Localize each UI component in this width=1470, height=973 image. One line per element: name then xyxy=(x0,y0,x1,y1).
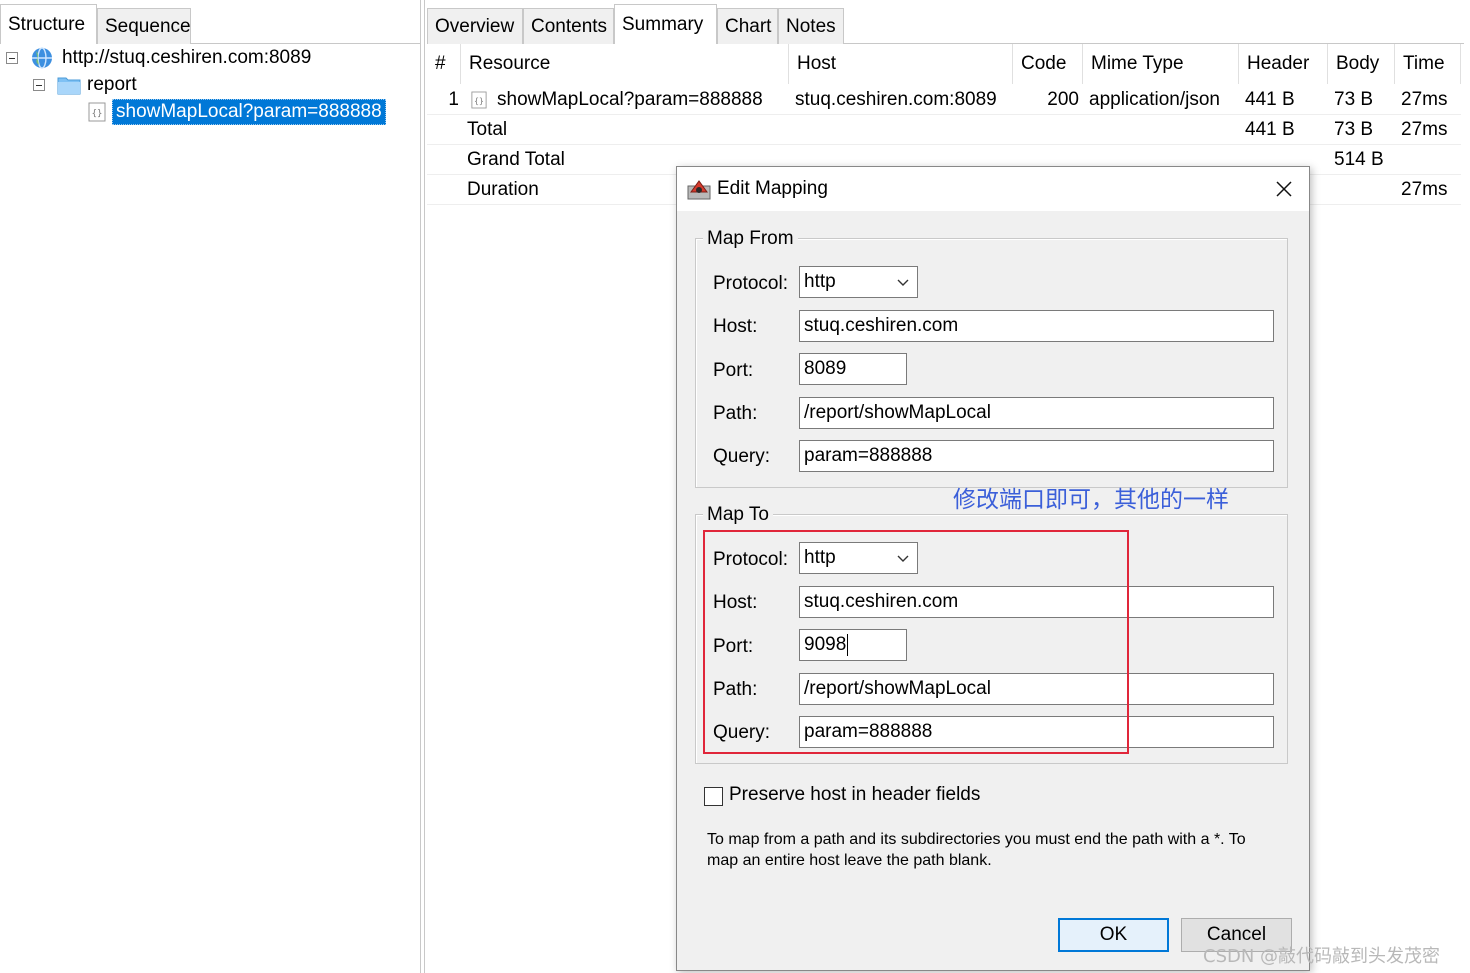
highlight-box xyxy=(703,530,1129,754)
json-file-icon: {} xyxy=(88,102,106,122)
folder-icon xyxy=(57,77,81,95)
mime-cell: application/json xyxy=(1089,89,1220,110)
from-host-input[interactable]: stuq.ceshiren.com xyxy=(799,310,1274,342)
tab-structure[interactable]: Structure xyxy=(0,4,97,44)
column-header-mime-type[interactable]: Mime Type xyxy=(1083,44,1239,84)
from-protocol-select[interactable]: http xyxy=(799,266,918,298)
collapse-icon[interactable] xyxy=(6,52,18,64)
column-header-host[interactable]: Host xyxy=(789,44,1013,84)
help-text-line-2: map an entire host leave the path blank. xyxy=(707,852,992,869)
table-row[interactable]: 1 {} showMapLocal?param=888888 stuq.cesh… xyxy=(427,85,1461,115)
from-port-input[interactable]: 8089 xyxy=(799,353,907,385)
column-header-body[interactable]: Body xyxy=(1328,44,1395,84)
path-label: Path: xyxy=(713,403,758,424)
map-to-title: Map To xyxy=(703,504,773,526)
column-header-code[interactable]: Code xyxy=(1013,44,1083,84)
folder-label: report xyxy=(87,74,137,95)
collapse-icon[interactable] xyxy=(33,79,45,91)
from-path-input[interactable]: /report/showMapLocal xyxy=(799,397,1274,429)
duration-time-cell: 27ms xyxy=(1401,179,1448,200)
time-cell: 27ms xyxy=(1401,89,1448,110)
grand-total-body-cell: 514 B xyxy=(1334,149,1384,170)
help-text-line-1: To map from a path and its subdirectorie… xyxy=(707,831,1246,848)
close-icon[interactable] xyxy=(1275,180,1293,198)
row-number: 1 xyxy=(448,89,459,110)
tab-summary[interactable]: Summary xyxy=(614,4,717,44)
column-header-header[interactable]: Header xyxy=(1239,44,1328,84)
preserve-host-label: Preserve host in header fields xyxy=(729,784,981,805)
tab-notes[interactable]: Notes xyxy=(778,8,844,44)
column-header-resource[interactable]: Resource xyxy=(461,44,789,84)
total-header-cell: 441 B xyxy=(1245,119,1295,140)
duration-label: Duration xyxy=(467,179,539,200)
total-body-cell: 73 B xyxy=(1334,119,1374,140)
map-from-title: Map From xyxy=(703,228,798,250)
table-row-total[interactable]: Total 441 B 73 B 27ms xyxy=(427,115,1461,145)
dialog-titlebar[interactable]: Edit Mapping xyxy=(677,167,1309,211)
structure-panel: Structure Sequence http://stuq.ceshiren.… xyxy=(0,0,421,973)
tab-contents[interactable]: Contents xyxy=(523,8,614,44)
tab-overview[interactable]: Overview xyxy=(427,8,523,44)
preserve-host-checkbox[interactable] xyxy=(704,787,723,806)
tab-divider xyxy=(191,43,420,44)
tree-node-folder[interactable]: report xyxy=(33,72,137,98)
host-cell: stuq.ceshiren.com:8089 xyxy=(795,89,997,110)
tab-chart[interactable]: Chart xyxy=(717,8,778,44)
column-header-time[interactable]: Time xyxy=(1395,44,1461,84)
selected-resource-label: showMapLocal?param=888888 xyxy=(112,99,386,125)
host-label: http://stuq.ceshiren.com:8089 xyxy=(62,47,312,68)
svg-text:{}: {} xyxy=(474,97,484,106)
total-label: Total xyxy=(467,119,508,140)
json-file-icon: {} xyxy=(471,91,487,109)
host-label: Host: xyxy=(713,316,758,337)
watermark: CSDN @敲代码敲到头发茂密 xyxy=(1203,946,1441,967)
total-time-cell: 27ms xyxy=(1401,119,1448,140)
app-icon xyxy=(687,180,711,200)
globe-icon xyxy=(32,47,52,69)
dialog-title: Edit Mapping xyxy=(717,178,828,199)
resource-cell: {} showMapLocal?param=888888 xyxy=(471,85,763,115)
tab-sequence[interactable]: Sequence xyxy=(97,8,191,44)
port-label: Port: xyxy=(713,360,754,381)
column-header-number[interactable]: # xyxy=(427,44,461,84)
chevron-down-icon xyxy=(897,279,909,286)
annotation-text: 修改端口即可，其他的一样 xyxy=(953,487,1229,513)
body-size-cell: 73 B xyxy=(1334,89,1374,110)
svg-text:{}: {} xyxy=(92,109,103,119)
tree-node-host[interactable]: http://stuq.ceshiren.com:8089 xyxy=(6,45,311,71)
tree-node-resource[interactable]: {} showMapLocal?param=888888 xyxy=(88,99,386,125)
code-cell: 200 xyxy=(1047,89,1079,110)
edit-mapping-dialog: Edit Mapping Map From Protocol: http Hos… xyxy=(676,166,1310,971)
ok-button[interactable]: OK xyxy=(1058,918,1169,952)
protocol-label: Protocol: xyxy=(713,273,788,294)
from-query-input[interactable]: param=888888 xyxy=(799,440,1274,472)
header-size-cell: 441 B xyxy=(1245,89,1295,110)
query-label: Query: xyxy=(713,446,771,467)
grand-total-label: Grand Total xyxy=(467,149,565,170)
